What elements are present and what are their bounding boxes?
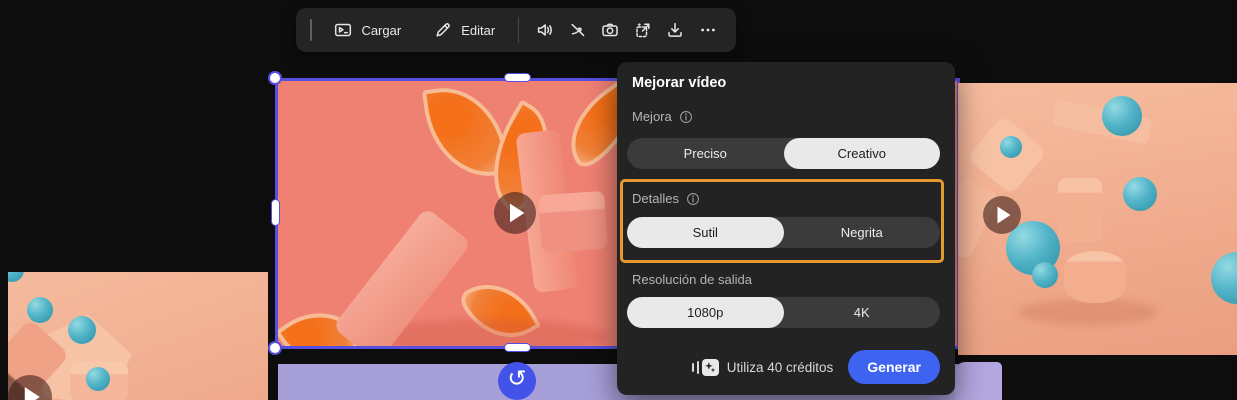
panel-title: Mejorar vídeo xyxy=(632,75,727,91)
section-label-mejora: Mejora xyxy=(632,109,693,124)
generate-button[interactable]: Generar xyxy=(848,350,940,384)
teal-sphere xyxy=(1211,252,1237,304)
cosmetic-jar xyxy=(538,190,608,254)
teal-sphere xyxy=(8,272,24,282)
section-label-detalles: Detalles xyxy=(632,191,700,206)
floating-toolbar: Cargar Editar xyxy=(296,8,736,52)
edit-button[interactable]: Editar xyxy=(424,14,504,46)
section-label-text: Mejora xyxy=(632,109,672,124)
peach-jar xyxy=(1058,178,1102,242)
upload-button[interactable]: Cargar xyxy=(324,14,410,46)
purple-video-corner xyxy=(955,362,1002,400)
play-icon xyxy=(997,206,1011,224)
peach-cylinder xyxy=(1064,251,1126,303)
editor-canvas: ↺ Cargar Editar Mejorar vídeo Mejora Pre… xyxy=(0,0,1237,400)
detalles-toggle: Sutil Negrita xyxy=(627,217,940,248)
resize-reframe-button[interactable] xyxy=(626,14,659,46)
pencil-icon xyxy=(436,23,450,37)
selection-handle-top-center[interactable] xyxy=(504,73,531,82)
edit-button-label: Editar xyxy=(461,22,496,38)
enhance-video-panel: Mejorar vídeo Mejora Preciso Creativo De… xyxy=(617,62,955,395)
selection-handle-top-left[interactable] xyxy=(268,71,282,85)
option-1080p[interactable]: 1080p xyxy=(627,297,784,328)
section-label-text: Resolución de salida xyxy=(632,272,752,287)
info-icon[interactable] xyxy=(686,192,700,206)
camera-icon xyxy=(602,23,618,37)
option-creativo[interactable]: Creativo xyxy=(783,138,940,169)
selection-handle-bottom-center[interactable] xyxy=(504,343,531,352)
undo-button[interactable]: ↺ xyxy=(498,362,536,400)
play-icon xyxy=(510,203,525,223)
volume-button[interactable] xyxy=(529,14,562,46)
resolucion-toggle: 1080p 4K xyxy=(627,297,940,328)
credits-info: Utiliza 40 créditos xyxy=(691,358,834,376)
play-button[interactable] xyxy=(8,375,52,400)
video-thumbnail-right[interactable] xyxy=(958,83,1237,355)
selection-handle-bottom-left[interactable] xyxy=(268,341,282,355)
upload-video-icon xyxy=(335,23,352,37)
option-sutil[interactable]: Sutil xyxy=(627,217,784,248)
generative-credits-icon xyxy=(691,358,719,376)
section-label-resolucion: Resolución de salida xyxy=(632,272,752,287)
teal-sphere xyxy=(1123,177,1157,211)
teal-sphere xyxy=(68,316,96,344)
motion-tracking-off-icon xyxy=(571,23,585,37)
more-options-icon xyxy=(700,28,715,32)
upload-button-label: Cargar xyxy=(361,22,402,38)
camera-button[interactable] xyxy=(594,14,627,46)
undo-icon: ↺ xyxy=(507,366,527,392)
panel-footer: Utiliza 40 créditos Generar xyxy=(691,350,940,384)
motion-tracking-off-button[interactable] xyxy=(561,14,594,46)
option-negrita[interactable]: Negrita xyxy=(784,217,941,248)
option-4k[interactable]: 4K xyxy=(784,297,941,328)
section-label-text: Detalles xyxy=(632,191,679,206)
download-button[interactable] xyxy=(659,14,692,46)
credits-label: Utiliza 40 créditos xyxy=(726,359,834,375)
more-options-button[interactable] xyxy=(691,14,724,46)
teal-sphere xyxy=(27,297,53,323)
teal-sphere xyxy=(86,367,110,391)
selection-handle-left-middle[interactable] xyxy=(271,199,280,226)
toolbar-divider xyxy=(518,17,519,43)
video-thumbnail-bottom-left[interactable] xyxy=(8,272,268,400)
download-icon xyxy=(668,22,682,37)
shadow xyxy=(1018,299,1158,325)
mejora-toggle: Preciso Creativo xyxy=(627,138,940,169)
drag-handle[interactable] xyxy=(310,19,313,41)
teal-sphere xyxy=(1032,262,1058,288)
info-icon[interactable] xyxy=(679,110,693,124)
resize-reframe-icon xyxy=(635,22,650,38)
play-button[interactable] xyxy=(983,196,1021,234)
play-button[interactable] xyxy=(494,192,536,234)
volume-icon xyxy=(538,24,553,36)
teal-sphere xyxy=(1102,96,1142,136)
teal-sphere xyxy=(1000,136,1022,158)
option-preciso[interactable]: Preciso xyxy=(627,138,784,169)
play-icon xyxy=(24,387,40,400)
